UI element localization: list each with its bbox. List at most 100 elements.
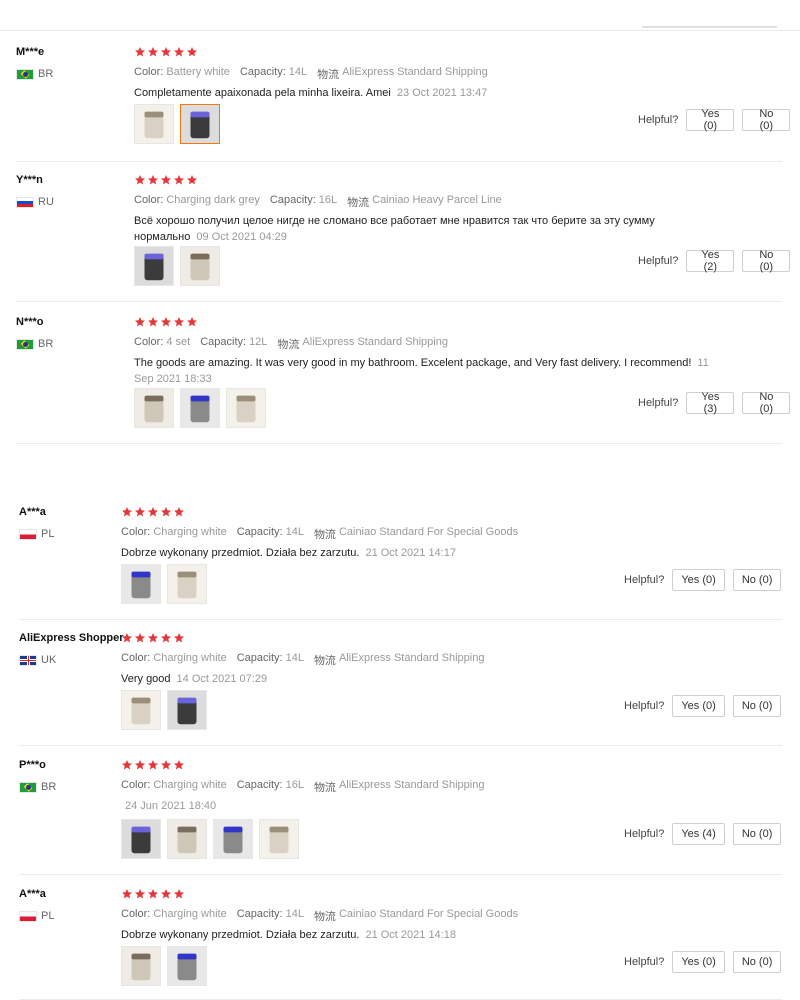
helpful-yes-button[interactable]: Yes (2) — [686, 249, 735, 273]
review-meta: Color: Charging dark grey Capacity: 16L 物流 Ca… — [134, 194, 502, 210]
review-photo-thumbnail[interactable] — [121, 564, 161, 604]
review-text: Very good — [121, 673, 171, 685]
meta-capacity: Capacity: 14L — [237, 908, 304, 924]
reviewer-name: AliExpress Shopper — [19, 632, 124, 644]
helpful-yes-button[interactable]: Yes (0) — [686, 108, 735, 132]
star-icon — [134, 46, 146, 58]
review-photo-thumbnail[interactable] — [167, 819, 207, 859]
review-photo-thumbnail[interactable] — [226, 388, 266, 428]
review-photo-thumbnail[interactable] — [180, 246, 220, 286]
review-photo-thumbnail[interactable] — [121, 690, 161, 730]
flag-br-icon — [16, 338, 34, 350]
review-photo-thumbnail[interactable] — [134, 104, 174, 144]
review-date: 14 Oct 2021 07:29 — [176, 673, 268, 685]
meta-shipping: 物流 AliExpress Standard Shipping — [314, 779, 485, 795]
meta-color: Color: Charging dark grey — [134, 194, 260, 210]
star-icon — [121, 632, 133, 644]
helpful-yes-button[interactable]: Yes (0) — [672, 695, 725, 717]
star-icon — [160, 759, 172, 771]
review-meta: Color: 4 set Capacity: 12L 物流 AliExpress Stan… — [134, 336, 448, 352]
review-photo-thumbnail[interactable] — [180, 104, 220, 144]
review-item: P***o BR Color: Charging white Capacity: 16L 物… — [19, 749, 782, 875]
meta-color-label: Color: — [121, 779, 151, 791]
review-photo-thumbnail[interactable] — [121, 819, 161, 859]
review-photos — [134, 246, 220, 286]
helpful-yes-button[interactable]: Yes (0) — [672, 951, 725, 973]
review-photos — [121, 819, 299, 859]
country-code: BR — [41, 781, 57, 793]
star-icon — [134, 174, 146, 186]
meta-color-label: Color: — [134, 336, 164, 348]
meta-shipping-label: 物流 — [277, 339, 300, 351]
review-date: 21 Oct 2021 14:18 — [365, 929, 456, 941]
review-photo-thumbnail[interactable] — [134, 246, 174, 286]
star-icon — [186, 174, 198, 186]
star-rating — [121, 888, 185, 900]
reviewer-name: A***a — [19, 506, 46, 518]
country-code: PL — [41, 528, 55, 540]
meta-color: Color: Charging white — [121, 779, 227, 795]
star-icon — [173, 174, 185, 186]
meta-color-label: Color: — [134, 66, 164, 78]
helpful-no-button[interactable]: No (0) — [732, 695, 782, 717]
country-code: BR — [38, 68, 54, 80]
star-rating — [134, 316, 198, 328]
meta-color-value: Charging white — [153, 526, 227, 538]
helpful-no-button[interactable]: No (0) — [742, 108, 791, 132]
meta-shipping: 物流 Cainiao Heavy Parcel Line — [347, 194, 502, 210]
flag-pl-icon — [19, 910, 37, 922]
meta-capacity-value: 16L — [285, 779, 304, 791]
star-icon — [173, 632, 185, 644]
helpful-votes: Helpful? Yes (0) No (0) — [638, 108, 791, 132]
review-meta: Color: Charging white Capacity: 14L 物流 Cainia… — [121, 908, 518, 924]
review-photos — [121, 690, 207, 730]
reviewer-name: Y***n — [16, 174, 43, 186]
helpful-no-button[interactable]: No (0) — [742, 249, 791, 273]
helpful-yes-button[interactable]: Yes (3) — [686, 391, 735, 415]
star-icon — [134, 316, 146, 328]
country-code: UK — [41, 654, 57, 666]
helpful-no-button[interactable]: No (0) — [742, 391, 791, 415]
helpful-label: Helpful? — [638, 255, 679, 267]
helpful-label: Helpful? — [624, 956, 665, 968]
meta-capacity: Capacity: 14L — [240, 66, 307, 82]
meta-capacity-value: 12L — [249, 336, 268, 348]
review-photo-thumbnail[interactable] — [134, 388, 174, 428]
helpful-yes-button[interactable]: Yes (4) — [672, 823, 725, 845]
review-photo-thumbnail[interactable] — [259, 819, 299, 859]
star-icon — [134, 632, 146, 644]
review-text: Dobrze wykonany przedmiot. Działa bez za… — [121, 547, 360, 559]
star-icon — [147, 506, 159, 518]
meta-capacity-value: 14L — [285, 652, 304, 664]
review-date: 23 Oct 2021 13:47 — [396, 87, 488, 99]
helpful-no-button[interactable]: No (0) — [732, 951, 782, 973]
review-photo-thumbnail[interactable] — [121, 946, 161, 986]
star-icon — [147, 759, 159, 771]
review-photo-thumbnail[interactable] — [167, 946, 207, 986]
meta-color: Color: Charging white — [121, 652, 227, 668]
star-icon — [160, 174, 172, 186]
meta-capacity-label: Capacity: — [236, 908, 283, 920]
review-photo-thumbnail[interactable] — [213, 819, 253, 859]
meta-shipping: 物流 AliExpress Standard Shipping — [277, 336, 448, 352]
star-icon — [134, 506, 146, 518]
review-photo-thumbnail[interactable] — [180, 388, 220, 428]
review-photo-thumbnail[interactable] — [167, 564, 207, 604]
meta-capacity-label: Capacity: — [236, 526, 283, 538]
meta-shipping-value: Cainiao Standard For Special Goods — [338, 526, 519, 538]
star-icon — [147, 316, 159, 328]
helpful-no-button[interactable]: No (0) — [732, 823, 782, 845]
meta-shipping-label: 物流 — [313, 655, 336, 667]
review-content: The goods are amazing. It was very good … — [134, 355, 719, 387]
meta-capacity: Capacity: 14L — [237, 526, 304, 542]
helpful-label: Helpful? — [638, 397, 679, 409]
helpful-yes-button[interactable]: Yes (0) — [672, 569, 725, 591]
helpful-no-button[interactable]: No (0) — [732, 569, 782, 591]
review-photo-thumbnail[interactable] — [167, 690, 207, 730]
meta-capacity-label: Capacity: — [236, 779, 283, 791]
meta-shipping-value: AliExpress Standard Shipping — [338, 652, 485, 664]
star-rating — [121, 759, 185, 771]
star-icon — [173, 316, 185, 328]
review-photos — [121, 946, 207, 986]
star-icon — [160, 632, 172, 644]
